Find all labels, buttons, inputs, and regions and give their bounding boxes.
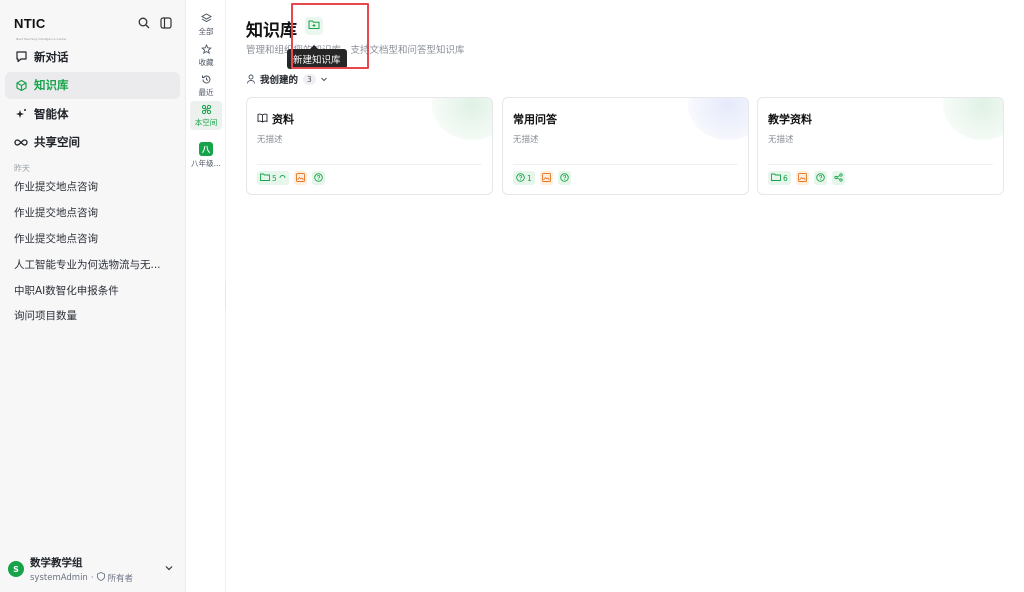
folder-plus-icon <box>308 19 320 33</box>
nav-item-label: 共享空间 <box>34 135 80 149</box>
tag-count: 1 <box>527 173 532 183</box>
rail-item-grade-8-space[interactable]: 八 八年级... <box>186 140 226 171</box>
question-icon <box>560 172 569 184</box>
filter-count-badge: 3 <box>303 73 316 85</box>
network-icon <box>200 103 212 115</box>
folder-icon <box>771 173 781 183</box>
nav-item-label: 智能体 <box>34 106 69 121</box>
page-title: 知识库 <box>246 21 297 41</box>
chevron-down-icon <box>320 75 328 83</box>
book-icon <box>257 113 268 126</box>
history-item[interactable]: 人工智能专业为何选物流与无... <box>5 251 180 277</box>
shield-icon <box>96 571 105 584</box>
chat-icon <box>14 50 28 64</box>
rail-item-this-space[interactable]: 本空间 <box>190 101 222 130</box>
knowledge-base-grid: 资料 无描述 5 常用问答 无描述 1 教学资料 无描述 6 <box>246 97 1004 195</box>
image-icon <box>797 172 807 184</box>
history-item[interactable]: 作业提交地点咨询 <box>5 226 180 252</box>
nav-item-label: 知识库 <box>34 78 69 92</box>
image-tag <box>293 171 307 185</box>
search-icon[interactable] <box>137 16 151 30</box>
loading-spinner-icon <box>279 174 286 183</box>
history-item[interactable]: 作业提交地点咨询 <box>5 174 180 200</box>
nav-item-new-chat[interactable]: 新对话 <box>5 43 180 70</box>
history-icon <box>200 73 212 85</box>
qa-tag <box>311 171 325 185</box>
chat-history-list: 作业提交地点咨询 作业提交地点咨询 作业提交地点咨询 人工智能专业为何选物流与无… <box>5 174 180 329</box>
rail-item-label: 最近 <box>198 88 214 97</box>
brand-logo: NTIC <box>14 16 46 31</box>
layers-icon <box>200 12 212 24</box>
rail-item-label: 八年级... <box>191 159 221 168</box>
user-separator: · <box>90 572 94 583</box>
sidebar-toggle-icon[interactable] <box>159 16 173 30</box>
rail-item-label: 全部 <box>198 27 214 36</box>
nav-item-label: 新对话 <box>34 49 69 64</box>
question-icon <box>314 172 323 184</box>
kb-card-desc: 无描述 <box>257 135 283 145</box>
history-section-label: 昨天 <box>14 164 30 173</box>
new-knowledge-base-button[interactable] <box>305 17 323 35</box>
kb-card-materials[interactable]: 资料 无描述 5 <box>246 97 493 195</box>
knowledge-cube-icon <box>14 78 28 92</box>
kb-card-teaching-materials[interactable]: 教学资料 无描述 6 <box>757 97 1004 195</box>
kb-card-desc: 无描述 <box>768 135 794 145</box>
user-profile[interactable]: S 数学教学组 systemAdmin · 所有者 <box>8 554 177 584</box>
qa-tag <box>557 171 571 185</box>
question-icon <box>516 172 525 184</box>
rail-item-favorites[interactable]: 收藏 <box>190 41 222 70</box>
user-account: systemAdmin <box>30 572 88 583</box>
kb-card-title: 常用问答 <box>513 113 557 126</box>
qa-count-tag: 1 <box>513 171 535 185</box>
brand[interactable]: NTIC Next Teaching Intelligence Center <box>14 16 69 46</box>
qa-tag <box>813 171 827 185</box>
chevron-down-icon[interactable] <box>163 562 175 574</box>
history-item[interactable]: 作业提交地点咨询 <box>5 200 180 226</box>
nav-item-shared-space[interactable]: 共享空间 <box>5 129 180 156</box>
image-icon <box>295 172 305 184</box>
rail-item-recent[interactable]: 最近 <box>190 71 222 100</box>
rail-item-label: 本空间 <box>194 118 218 127</box>
user-icon <box>246 74 256 84</box>
kb-card-common-qa[interactable]: 常用问答 无描述 1 <box>502 97 749 195</box>
nav-item-agents[interactable]: 智能体 <box>5 100 180 127</box>
main-content: 知识库 管理和组织您的知识库，支持文档型和问答型知识库 新建知识库 我创建的 3… <box>246 0 1024 592</box>
infinity-icon <box>14 135 28 149</box>
image-tag <box>539 171 553 185</box>
tag-count: 5 <box>272 173 277 183</box>
space-filter-rail: 全部 收藏 最近 本空间 八 八年级... <box>186 0 226 592</box>
sparkle-icon <box>14 107 28 121</box>
folder-icon <box>260 173 270 183</box>
share-icon <box>834 172 843 184</box>
sidebar: NTIC Next Teaching Intelligence Center 新… <box>0 0 186 592</box>
kb-card-title: 教学资料 <box>768 113 812 126</box>
new-kb-tooltip: 新建知识库 <box>287 45 347 69</box>
document-count-tag: 6 <box>768 171 791 185</box>
main-nav: 新对话 知识库 智能体 共享空间 <box>5 43 180 157</box>
user-role: 所有者 <box>107 573 134 584</box>
rail-item-label: 收藏 <box>198 58 214 67</box>
filter-label: 我创建的 <box>260 75 299 86</box>
created-by-me-filter[interactable]: 我创建的 3 <box>246 72 328 86</box>
image-icon <box>541 172 551 184</box>
image-tag <box>795 171 809 185</box>
rail-item-all[interactable]: 全部 <box>190 10 222 39</box>
share-tag <box>831 171 845 185</box>
history-item[interactable]: 询问项目数量 <box>5 303 180 329</box>
kb-card-desc: 无描述 <box>513 135 539 145</box>
user-name: 数学教学组 <box>30 556 83 569</box>
kb-card-title: 资料 <box>272 113 294 126</box>
tag-count: 6 <box>783 173 788 183</box>
nav-item-knowledge-base[interactable]: 知识库 <box>5 71 180 99</box>
avatar: S <box>8 561 24 577</box>
document-count-tag: 5 <box>257 171 289 185</box>
resize-handle[interactable] <box>225 282 226 308</box>
history-item[interactable]: 中职AI数智化申报条件 <box>5 277 180 303</box>
star-icon <box>200 43 212 55</box>
space-badge: 八 <box>199 142 213 156</box>
question-icon <box>816 172 825 184</box>
page-subtitle: 管理和组织您的知识库，支持文档型和问答型知识库 <box>246 45 465 56</box>
